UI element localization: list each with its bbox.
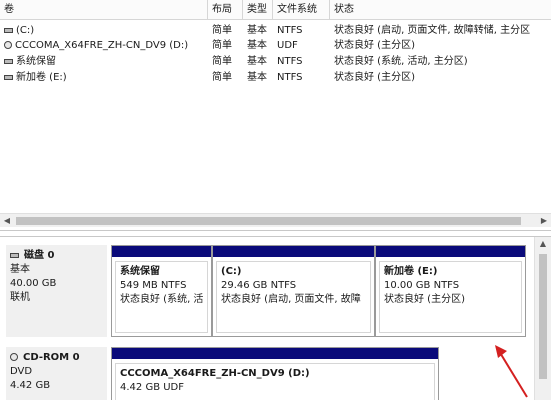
drive-icon [4,27,13,33]
table-row[interactable]: 新加卷 (E:) 简单 基本 NTFS 状态良好 (主分区) [0,71,551,84]
volume-layout: 简单 [212,72,232,83]
annotation-arrow-icon [495,345,528,398]
disk-title: 磁盘 0 [24,250,55,261]
column-status[interactable]: 状态 [330,0,551,20]
partition-size: 4.42 GB UDF [120,382,185,393]
partition-size: 29.46 GB NTFS [221,280,297,291]
partition-name: CCCOMA_X64FRE_ZH-CN_DV9 (D:) [120,368,310,379]
drive-icon [4,74,13,80]
volume-name: 新加卷 (E:) [16,72,67,83]
volume-type: 基本 [247,72,267,83]
volume-status: 状态良好 (主分区) [334,72,415,83]
disk-title: CD-ROM 0 [23,352,80,363]
disk-kind: DVD [10,366,33,377]
drive-icon [4,58,13,64]
volume-list: 卷 布局 类型 文件系统 状态 (C:) 简单 基本 NTFS 状态良好 (启动… [0,0,551,231]
volume-filesystem: NTFS [277,25,303,36]
scroll-left-icon[interactable]: ◀ [0,214,14,228]
disk-map: 磁盘 0 基本 40.00 GB 联机 系统保留 549 MB NTFS 状态良… [0,236,551,400]
scroll-up-icon[interactable]: ▲ [535,237,551,251]
table-row[interactable]: CCCOMA_X64FRE_ZH-CN_DV9 (D:) 简单 基本 UDF 状… [0,39,551,52]
horizontal-scrollbar[interactable]: ◀ ▶ [0,213,551,227]
column-volume[interactable]: 卷 [0,0,208,20]
volume-layout: 简单 [212,56,232,67]
partition-system-reserved[interactable]: 系统保留 549 MB NTFS 状态良好 (系统, 活 [111,245,212,337]
disk-state: 联机 [10,292,30,303]
volume-status: 状态良好 (系统, 活动, 主分区) [334,56,468,67]
volume-layout: 简单 [212,25,232,36]
partition-name: (C:) [221,266,242,277]
disc-icon [4,41,12,49]
partition-status: 状态良好 (系统, 活 [120,294,204,305]
partition-status: 状态良好 (主分区) [384,294,465,305]
table-row[interactable]: 系统保留 简单 基本 NTFS 状态良好 (系统, 活动, 主分区) [0,55,551,68]
volume-name: CCCOMA_X64FRE_ZH-CN_DV9 (D:) [15,40,189,51]
volume-filesystem: UDF [277,40,298,51]
disk-icon [10,252,19,258]
partition-name: 系统保留 [120,266,160,277]
volume-type: 基本 [247,56,267,67]
partition-d[interactable]: CCCOMA_X64FRE_ZH-CN_DV9 (D:) 4.42 GB UDF [111,347,439,400]
volume-type: 基本 [247,25,267,36]
table-row[interactable]: (C:) 简单 基本 NTFS 状态良好 (启动, 页面文件, 故障转储, 主分… [0,24,551,37]
disk-size: 4.42 GB [10,380,51,391]
partition-status: 状态良好 (启动, 页面文件, 故障 [221,294,361,305]
column-header: 卷 布局 类型 文件系统 状态 [0,0,551,20]
disc-icon [10,353,18,361]
partition-e[interactable]: 新加卷 (E:) 10.00 GB NTFS 状态良好 (主分区) [375,245,526,337]
volume-filesystem: NTFS [277,56,303,67]
volume-filesystem: NTFS [277,72,303,83]
disk-size: 40.00 GB [10,278,57,289]
scroll-right-icon[interactable]: ▶ [537,214,551,228]
column-layout[interactable]: 布局 [208,0,243,20]
partition-name: 新加卷 (E:) [384,266,438,277]
volume-name: 系统保留 [16,56,56,67]
column-type[interactable]: 类型 [243,0,273,20]
partition-c[interactable]: (C:) 29.46 GB NTFS 状态良好 (启动, 页面文件, 故障 [212,245,375,337]
scrollbar-thumb[interactable] [16,217,521,225]
volume-layout: 简单 [212,40,232,51]
volume-name: (C:) [16,25,35,36]
column-filesystem[interactable]: 文件系统 [273,0,330,20]
volume-status: 状态良好 (主分区) [334,40,415,51]
disk-kind: 基本 [10,264,30,275]
volume-status: 状态良好 (启动, 页面文件, 故障转储, 主分区 [334,25,531,36]
volume-type: 基本 [247,40,267,51]
disk-0-label[interactable]: 磁盘 0 基本 40.00 GB 联机 [6,245,107,337]
cdrom-0-label[interactable]: CD-ROM 0 DVD 4.42 GB [6,347,107,400]
partition-size: 549 MB NTFS [120,280,187,291]
partition-size: 10.00 GB NTFS [384,280,460,291]
